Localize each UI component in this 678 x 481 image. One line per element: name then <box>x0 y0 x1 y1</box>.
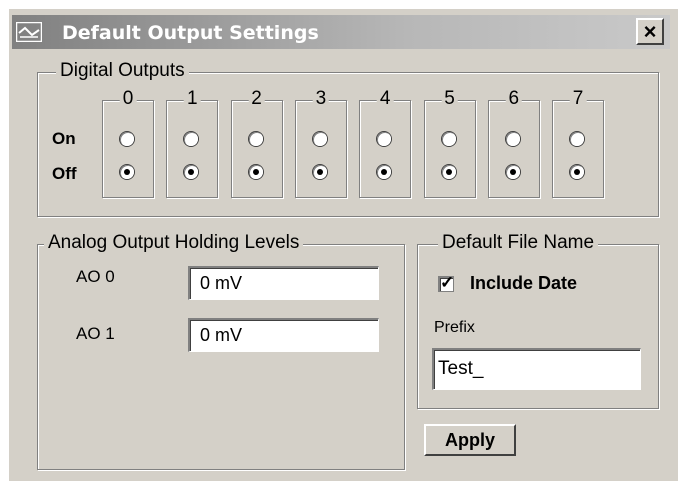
ao0-label: AO 0 <box>76 267 115 286</box>
include-date-label[interactable]: Include Date <box>470 273 577 294</box>
bit-0-on-radio[interactable] <box>120 132 134 146</box>
bit-6-off-radio[interactable] <box>505 165 520 179</box>
bit-5-off-radio[interactable] <box>441 165 456 179</box>
radio-selected-dot <box>445 169 452 175</box>
bit-label: 0 <box>119 88 137 110</box>
digital-output-bit-5: 5 <box>423 88 476 198</box>
bit-5-on-radio[interactable] <box>441 132 456 146</box>
bit-label: 1 <box>184 88 201 110</box>
digital-output-bit-4: 4 <box>359 88 412 198</box>
bit-label: 3 <box>312 88 330 110</box>
digital-output-bit-2: 2 <box>230 88 283 198</box>
title-bar[interactable]: Default Output Settings × <box>12 15 670 49</box>
window-title: Default Output Settings <box>62 22 319 44</box>
include-date-checkbox[interactable]: ✓ <box>438 273 455 292</box>
bit-2-on-radio[interactable] <box>248 132 263 146</box>
checkmark-icon: ✓ <box>440 273 455 292</box>
file-name-legend: Default File Name <box>438 232 599 254</box>
bit-0-off-radio[interactable] <box>120 165 134 179</box>
bit-1-on-radio[interactable] <box>184 132 199 146</box>
bit-4-off-radio[interactable] <box>377 165 392 179</box>
bit-3-on-radio[interactable] <box>312 132 327 146</box>
prefix-input[interactable]: Test_ <box>432 348 641 390</box>
on-row-label: On <box>52 129 76 148</box>
bit-3-off-radio[interactable] <box>312 165 327 179</box>
bit-label: 2 <box>248 88 265 110</box>
close-icon: × <box>643 18 657 44</box>
radio-selected-dot <box>188 169 195 175</box>
radio-selected-dot <box>252 169 259 175</box>
digital-output-bit-1: 1 <box>166 88 219 198</box>
bit-label: 5 <box>441 88 458 110</box>
bit-4-on-radio[interactable] <box>377 132 392 146</box>
close-button[interactable]: × <box>636 18 664 45</box>
radio-selected-dot <box>124 169 130 175</box>
radio-selected-dot <box>509 169 516 175</box>
analog-outputs-legend: Analog Output Holding Levels <box>44 232 304 254</box>
ao0-value-field[interactable]: 0 mV <box>188 266 379 300</box>
off-row-label: Off <box>52 164 77 183</box>
prefix-label: Prefix <box>434 319 475 336</box>
apply-button[interactable]: Apply <box>424 424 516 456</box>
bit-1-off-radio[interactable] <box>184 165 199 179</box>
digital-output-bit-3: 3 <box>294 88 347 198</box>
bit-7-off-radio[interactable] <box>570 165 585 179</box>
digital-output-bit-0: 0 <box>102 88 154 198</box>
ao1-label: AO 1 <box>76 324 115 343</box>
bit-label: 7 <box>569 88 587 110</box>
bit-6-on-radio[interactable] <box>505 132 520 146</box>
bit-2-off-radio[interactable] <box>248 165 263 179</box>
radio-selected-dot <box>381 169 388 175</box>
digital-outputs-legend: Digital Outputs <box>56 60 189 82</box>
bit-label: 6 <box>505 88 523 110</box>
digital-output-bit-7: 7 <box>552 88 605 198</box>
bit-7-on-radio[interactable] <box>570 132 585 146</box>
digital-output-bit-6: 6 <box>487 88 540 198</box>
app-logo-icon <box>16 22 42 42</box>
radio-selected-dot <box>316 169 323 175</box>
ao1-value-field[interactable]: 0 mV <box>188 318 379 352</box>
radio-selected-dot <box>574 169 581 175</box>
bit-label: 4 <box>376 88 394 110</box>
